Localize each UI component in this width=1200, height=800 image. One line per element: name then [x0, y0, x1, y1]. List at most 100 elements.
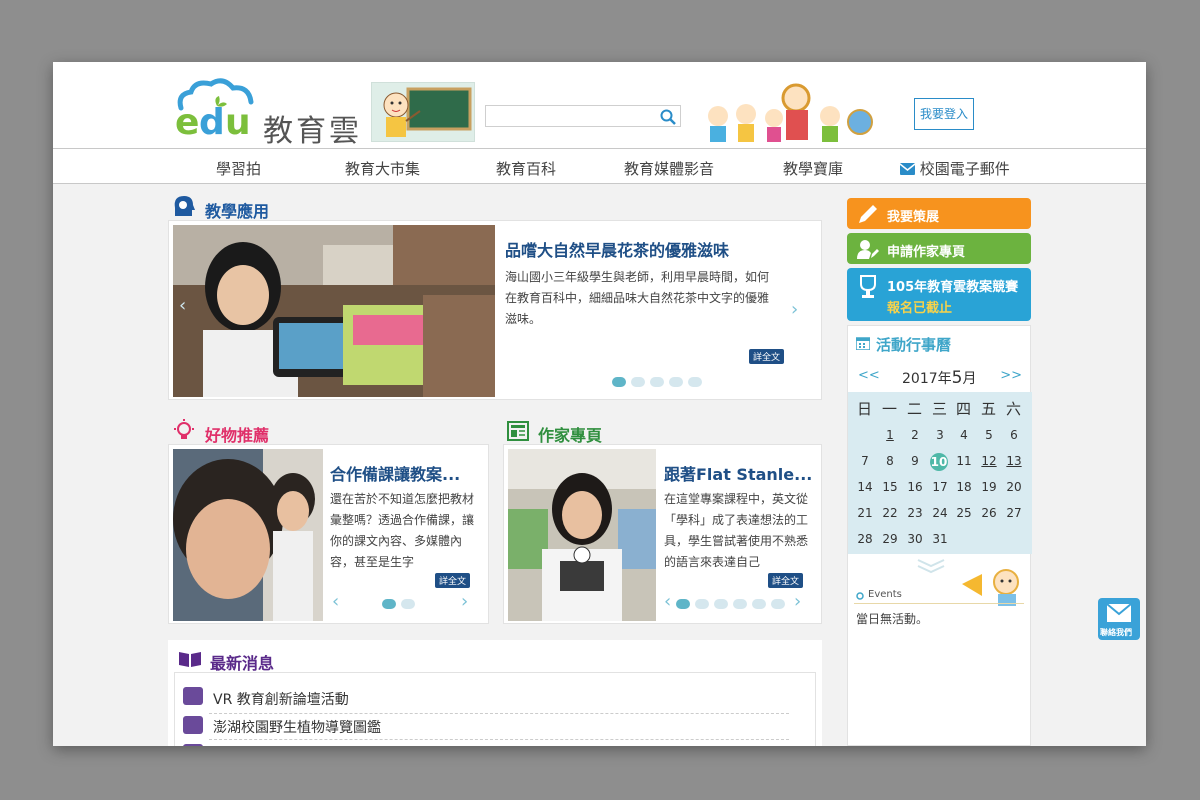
- svg-text:e: e: [175, 102, 199, 142]
- calendar-day[interactable]: 6: [1004, 428, 1024, 442]
- nav-item-campus-email-label: 校園電子郵件: [919, 160, 1010, 178]
- calendar-year-label: 2017年: [902, 371, 952, 387]
- calendar-day[interactable]: 14: [855, 480, 875, 494]
- writer-page-dot-5[interactable]: [752, 599, 766, 609]
- nav-item-edu-wiki[interactable]: 教育百科: [496, 158, 556, 179]
- good-items-title: 好物推薦: [205, 426, 270, 445]
- carousel-next-icon[interactable]: ›: [791, 299, 798, 320]
- writer-page-headline[interactable]: 跟著Flat Stanle...: [664, 461, 814, 485]
- apply-writer-button[interactable]: 申請作家專頁: [847, 233, 1031, 264]
- writer-page-prev-icon[interactable]: ‹: [664, 591, 671, 612]
- news-item-1[interactable]: VR 教育創新論壇活動: [213, 689, 349, 709]
- calendar-day[interactable]: 2: [905, 428, 925, 442]
- calendar-day[interactable]: 19: [979, 480, 999, 494]
- news-icon: [183, 744, 203, 746]
- good-items-next-icon[interactable]: ›: [461, 591, 468, 612]
- calendar-day[interactable]: 12: [979, 454, 999, 468]
- contact-us-button[interactable]: 聯絡我們: [1098, 598, 1140, 640]
- site-header: e d u 教育雲 我要登入: [53, 62, 1146, 149]
- teaching-apps-title: 教學應用: [205, 202, 270, 221]
- weekday-thu: 四: [956, 400, 972, 418]
- writer-page-dot-4[interactable]: [733, 599, 747, 609]
- carousel-prev-icon[interactable]: ‹: [179, 295, 186, 316]
- writer-page-detail-button[interactable]: 詳全文: [768, 573, 804, 588]
- calendar-day[interactable]: 21: [855, 506, 875, 520]
- writer-page-dot-2[interactable]: [695, 599, 709, 609]
- good-items-dots: [382, 599, 415, 609]
- contest-button[interactable]: 105年教育雲教案競賽 報名已截止: [847, 268, 1031, 321]
- nav-item-edu-market[interactable]: 教育大市集: [345, 158, 420, 179]
- calendar-title: 活動行事曆: [876, 336, 952, 354]
- events-divider: [854, 603, 1024, 604]
- calendar-day[interactable]: 13: [1004, 454, 1024, 468]
- calendar-day[interactable]: 5: [979, 428, 999, 442]
- search-icon[interactable]: [660, 109, 676, 125]
- apply-writer-button-label: 申請作家專頁: [887, 245, 966, 260]
- login-button[interactable]: 我要登入: [914, 98, 974, 130]
- calendar-day[interactable]: 18: [954, 480, 974, 494]
- calendar-day[interactable]: 29: [880, 532, 900, 546]
- writer-page-dot-6[interactable]: [771, 599, 785, 609]
- calendar-prev-button[interactable]: <<: [858, 368, 880, 383]
- svg-text:u: u: [225, 102, 251, 142]
- good-items-dot-1[interactable]: [382, 599, 396, 609]
- calendar-next-button[interactable]: >>: [1000, 368, 1022, 383]
- calendar-day[interactable]: 30: [905, 532, 925, 546]
- logo-text: 教育雲: [263, 114, 362, 149]
- calendar-day-today[interactable]: 10: [930, 453, 948, 471]
- good-items-dot-2[interactable]: [401, 599, 415, 609]
- weekday-fri: 五: [981, 400, 997, 418]
- calendar-day[interactable]: 24: [930, 506, 950, 520]
- curate-button[interactable]: 我要策展: [847, 198, 1031, 229]
- teaching-apps-headline[interactable]: 品嚐大自然早晨花茶的優雅滋味: [505, 237, 805, 261]
- calendar-day[interactable]: 26: [979, 506, 999, 520]
- envelope-icon: [1106, 603, 1132, 622]
- calendar-day[interactable]: 3: [930, 428, 950, 442]
- nav-item-edu-media[interactable]: 教育媒體影音: [624, 158, 714, 179]
- writer-page-next-icon[interactable]: ›: [794, 591, 801, 612]
- calendar-day[interactable]: 25: [954, 506, 974, 520]
- boy-classroom-photo: [173, 449, 323, 621]
- good-items-detail-button[interactable]: 詳全文: [435, 573, 471, 588]
- calendar-day[interactable]: 31: [930, 532, 950, 546]
- calendar-day[interactable]: 20: [1004, 480, 1024, 494]
- calendar-day[interactable]: 11: [954, 454, 974, 468]
- teaching-apps-detail-button[interactable]: 詳全文: [749, 349, 785, 364]
- calendar-day[interactable]: 17: [930, 480, 950, 494]
- good-items-description: 還在苦於不知道怎麼把教材彙整嗎？透過合作備課，讓你的課文內容、多媒體內容，甚至是…: [330, 492, 475, 569]
- expand-chevron-icon[interactable]: [916, 558, 946, 574]
- calendar-day[interactable]: 22: [880, 506, 900, 520]
- trophy-icon: [860, 275, 876, 298]
- calendar-day[interactable]: 4: [954, 428, 974, 442]
- nav-item-learning-pat[interactable]: 學習拍: [216, 158, 261, 179]
- carousel-dot-3[interactable]: [650, 377, 664, 387]
- calendar-day[interactable]: 15: [880, 480, 900, 494]
- writer-page-dot-3[interactable]: [714, 599, 728, 609]
- calendar-day[interactable]: 9: [905, 454, 925, 468]
- weekday-mon: 一: [882, 400, 898, 418]
- edu-logo[interactable]: e d u 教育雲: [173, 76, 363, 149]
- calendar-day[interactable]: 16: [905, 480, 925, 494]
- calendar-day[interactable]: 7: [855, 454, 875, 468]
- carousel-dot-1[interactable]: [612, 377, 626, 387]
- good-items-prev-icon[interactable]: ‹: [332, 591, 339, 612]
- calendar-day[interactable]: 8: [880, 454, 900, 468]
- weekday-sun: 日: [857, 400, 873, 418]
- search-input[interactable]: [485, 105, 681, 127]
- carousel-dot-2[interactable]: [631, 377, 645, 387]
- good-items-headline[interactable]: 合作備課讓教案...: [330, 461, 480, 485]
- news-item-2[interactable]: 澎湖校園野生植物導覽圖鑑: [213, 717, 381, 737]
- nav-item-campus-email[interactable]: 校園電子郵件: [899, 158, 1010, 179]
- calendar-month: 2017年5月: [902, 368, 976, 388]
- writer-page-dots: [676, 599, 785, 609]
- nav-item-teaching-treasury[interactable]: 教學寶庫: [783, 158, 843, 179]
- writer-page-dot-1[interactable]: [676, 599, 690, 609]
- calendar-day[interactable]: 1: [880, 428, 900, 442]
- carousel-dot-4[interactable]: [669, 377, 683, 387]
- carousel-dot-5[interactable]: [688, 377, 702, 387]
- calendar-day[interactable]: 28: [855, 532, 875, 546]
- megaphone-kid-illustration: [962, 569, 1019, 606]
- main-nav: 學習拍 教育大市集 教育百科 教育媒體影音 教學寶庫 校園電子郵件: [53, 148, 1146, 184]
- calendar-day[interactable]: 23: [905, 506, 925, 520]
- calendar-day[interactable]: 27: [1004, 506, 1024, 520]
